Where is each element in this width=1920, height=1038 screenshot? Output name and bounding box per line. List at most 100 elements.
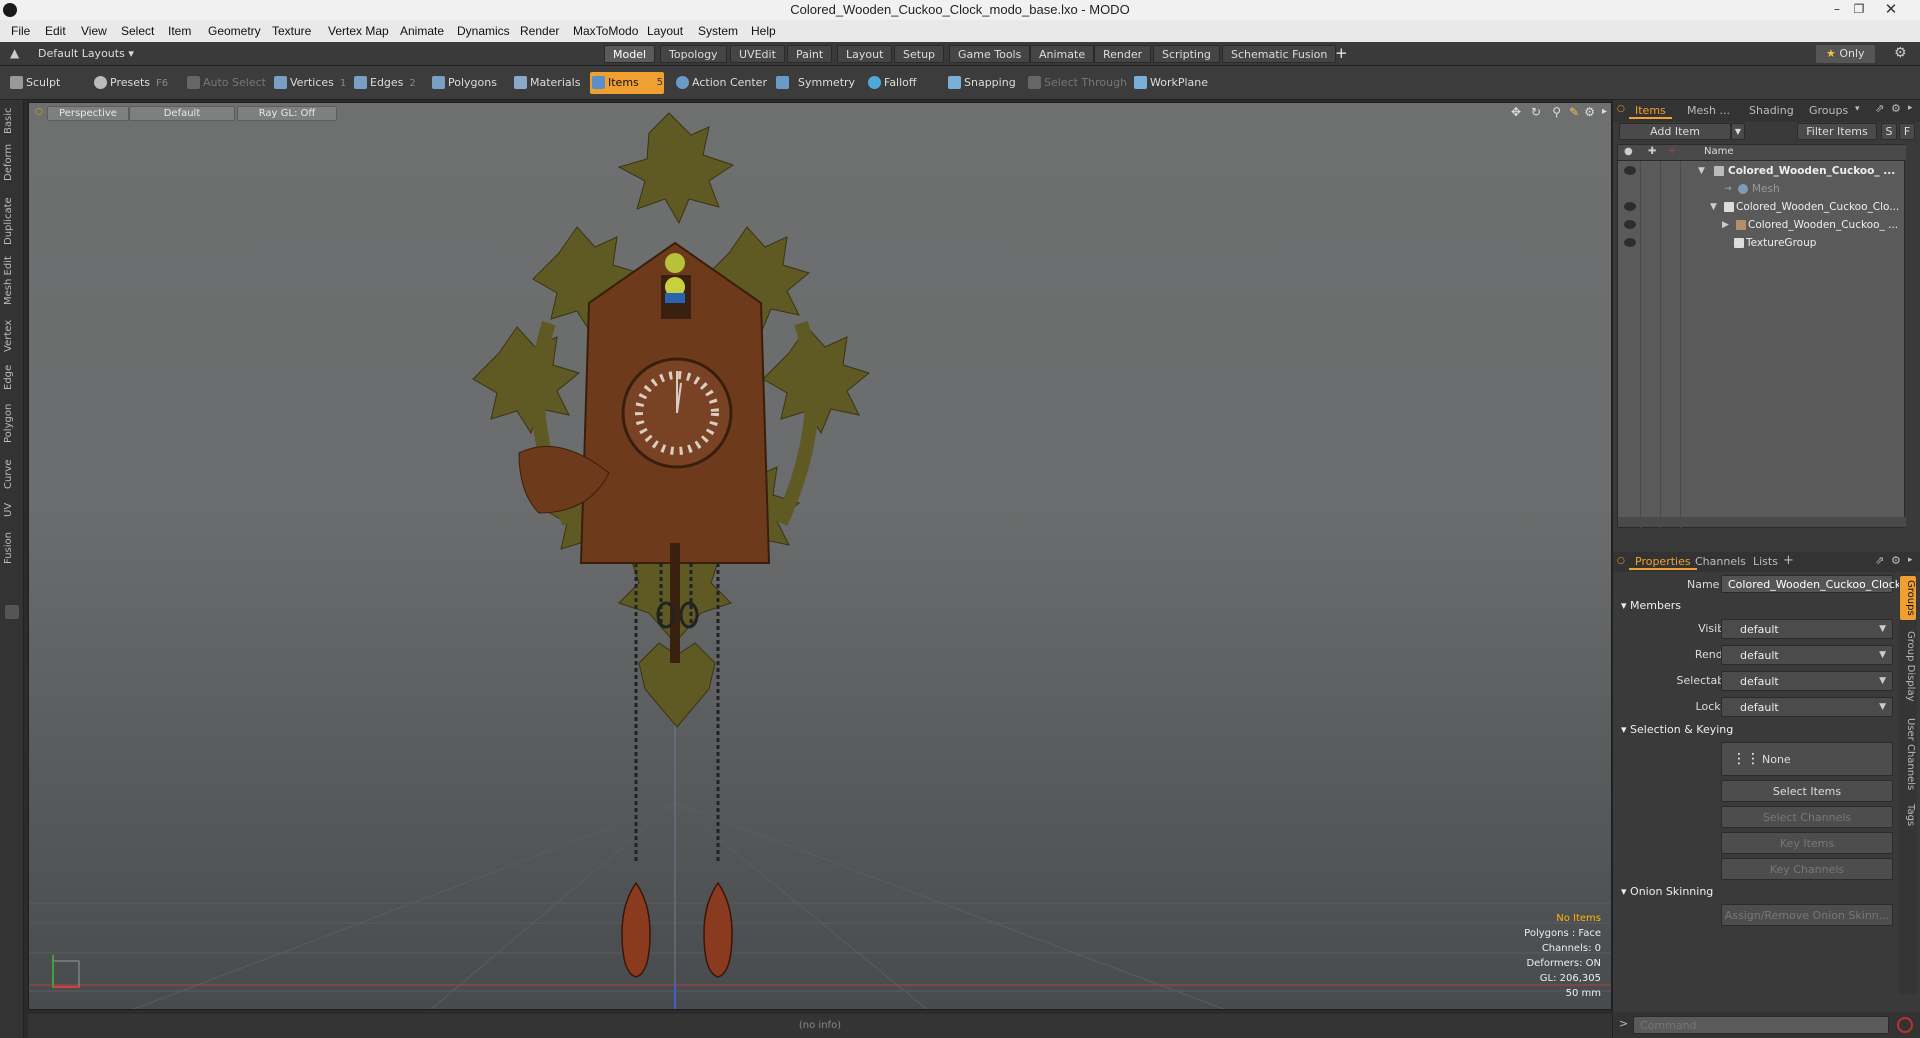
- properties-arrow-icon[interactable]: ▸: [1908, 555, 1913, 565]
- add-tab-icon[interactable]: +: [1335, 44, 1348, 62]
- item-row-mesh[interactable]: → Mesh: [1618, 180, 1906, 198]
- menu-view[interactable]: View: [81, 24, 107, 38]
- menu-system[interactable]: System: [698, 24, 738, 38]
- side-tab-tags[interactable]: Tags: [1900, 800, 1916, 830]
- tab-properties[interactable]: Properties: [1629, 554, 1697, 570]
- side-tab-group-display[interactable]: Group Display: [1900, 624, 1916, 708]
- tab-setup[interactable]: Setup: [894, 45, 945, 63]
- menu-help[interactable]: Help: [751, 24, 776, 38]
- tab-paint[interactable]: Paint: [787, 45, 833, 63]
- tab-layout[interactable]: Layout: [837, 45, 893, 63]
- add-item-dropdown-icon[interactable]: ▼: [1731, 123, 1745, 140]
- menu-dynamics[interactable]: Dynamics: [457, 24, 510, 38]
- visible-dropdown[interactable]: default ▼: [1721, 619, 1893, 639]
- select-channels-button[interactable]: Select Channels: [1721, 806, 1893, 828]
- only-button[interactable]: ★ Only: [1816, 45, 1875, 63]
- filter-items-button[interactable]: Filter Items: [1797, 123, 1877, 140]
- menu-edit[interactable]: Edit: [45, 24, 66, 38]
- filter-f-button[interactable]: F: [1899, 123, 1915, 140]
- record-icon[interactable]: [1897, 1017, 1913, 1033]
- materials-button[interactable]: Materials: [512, 72, 580, 94]
- tab-game-tools[interactable]: Game Tools: [949, 45, 1031, 63]
- members-section[interactable]: ▾ Members: [1621, 599, 1681, 612]
- tab-topology[interactable]: Topology: [660, 45, 727, 63]
- expand-panel-icon[interactable]: ⇗: [1875, 102, 1884, 115]
- items-button[interactable]: Items 5: [590, 72, 664, 94]
- sculpt-button[interactable]: Sculpt: [8, 72, 88, 94]
- expand-arrow-icon[interactable]: ▼: [1698, 162, 1705, 180]
- panel-gear-icon[interactable]: ⚙: [1891, 102, 1901, 115]
- locked-dropdown[interactable]: default ▼: [1721, 697, 1893, 717]
- onion-skinning-section[interactable]: ▾ Onion Skinning: [1621, 885, 1713, 898]
- collapse-icon[interactable]: ▲: [10, 46, 19, 60]
- gear-icon[interactable]: ⚙: [1894, 45, 1907, 61]
- menu-animate[interactable]: Animate: [400, 24, 444, 38]
- left-tab-curve[interactable]: Curve: [3, 456, 21, 492]
- action-center-button[interactable]: Action Center: [674, 72, 767, 94]
- panel-menu-icon[interactable]: ○: [1617, 104, 1625, 114]
- left-tab-vertex[interactable]: Vertex: [3, 318, 21, 354]
- side-tab-user-channels[interactable]: User Channels: [1900, 714, 1916, 794]
- expand-properties-icon[interactable]: ⇗: [1875, 554, 1884, 567]
- left-tab-basic[interactable]: Basic: [3, 106, 21, 136]
- items-list-scrollbar[interactable]: [1618, 517, 1906, 527]
- snapping-button[interactable]: Snapping: [946, 72, 1016, 94]
- add-properties-tab-icon[interactable]: +: [1783, 553, 1794, 568]
- visibility-eye-icon[interactable]: [1624, 238, 1636, 247]
- tab-channels[interactable]: Channels: [1689, 554, 1752, 570]
- polygons-button[interactable]: Polygons: [430, 72, 497, 94]
- left-tab-uv[interactable]: UV: [3, 500, 21, 520]
- tab-schematic-fusion[interactable]: Schematic Fusion: [1222, 45, 1337, 63]
- properties-gear-icon[interactable]: ⚙: [1891, 554, 1901, 567]
- left-tab-mesh-edit[interactable]: Mesh Edit: [3, 254, 21, 308]
- key-channels-button[interactable]: Key Channels: [1721, 858, 1893, 880]
- left-tab-polygon[interactable]: Polygon: [3, 400, 21, 446]
- panel-arrow-icon[interactable]: ▸: [1908, 103, 1913, 113]
- edges-button[interactable]: Edges 2: [352, 72, 416, 94]
- left-tab-edge[interactable]: Edge: [3, 362, 21, 392]
- tab-items[interactable]: Items: [1629, 103, 1672, 119]
- key-items-button[interactable]: Key Items: [1721, 832, 1893, 854]
- tab-dropdown-icon[interactable]: ▾: [1855, 104, 1860, 114]
- properties-menu-icon[interactable]: ○: [1617, 556, 1625, 566]
- filter-s-button[interactable]: S: [1881, 123, 1897, 140]
- assign-onion-skinning-button[interactable]: Assign/Remove Onion Skinn...: [1721, 904, 1893, 926]
- expand-arrow-icon[interactable]: ▼: [1710, 198, 1717, 216]
- presets-button[interactable]: Presets F6: [92, 72, 168, 94]
- vertices-button[interactable]: Vertices 1: [272, 72, 346, 94]
- symmetry-button[interactable]: Symmetry: [774, 72, 855, 94]
- left-tab-duplicate[interactable]: Duplicate: [3, 196, 21, 246]
- tab-animate[interactable]: Animate: [1030, 45, 1095, 63]
- restore-icon[interactable]: ❐: [1848, 0, 1870, 20]
- side-tab-groups[interactable]: Groups: [1900, 576, 1916, 620]
- selection-mode-button[interactable]: ⋮⋮ None: [1721, 742, 1893, 776]
- auto-select-button[interactable]: Auto Select: [185, 72, 266, 94]
- selectable-dropdown[interactable]: default ▼: [1721, 671, 1893, 691]
- visibility-eye-icon[interactable]: [1624, 166, 1636, 175]
- layout-selector[interactable]: Default Layouts ▾: [38, 47, 134, 60]
- menu-maxtomodo[interactable]: MaxToModo: [573, 24, 638, 38]
- command-input[interactable]: [1633, 1016, 1889, 1034]
- selection-keying-section[interactable]: ▾ Selection & Keying: [1621, 723, 1733, 736]
- select-items-button[interactable]: Select Items: [1721, 780, 1893, 802]
- close-icon[interactable]: ✕: [1880, 0, 1902, 20]
- menu-select[interactable]: Select: [121, 24, 154, 38]
- item-name-field[interactable]: Colored_Wooden_Cuckoo_Clock: [1721, 575, 1901, 593]
- 3d-viewport[interactable]: ○ Perspective Default Ray GL: Off ✥ ↻ ⚲ …: [28, 102, 1612, 1010]
- tab-render[interactable]: Render: [1094, 45, 1152, 63]
- item-row-texture-group[interactable]: TextureGroup: [1618, 234, 1906, 252]
- visibility-eye-icon[interactable]: [1624, 220, 1636, 229]
- tab-shading[interactable]: Shading: [1743, 103, 1800, 119]
- tab-lists[interactable]: Lists: [1747, 554, 1784, 570]
- select-through-button[interactable]: Select Through: [1026, 72, 1127, 94]
- tab-groups[interactable]: Groups: [1803, 103, 1854, 119]
- minimize-icon[interactable]: –: [1826, 0, 1848, 20]
- tab-scripting[interactable]: Scripting: [1153, 45, 1220, 63]
- name-column-header[interactable]: Name: [1704, 146, 1734, 157]
- visibility-eye-icon[interactable]: [1624, 202, 1636, 211]
- menu-texture[interactable]: Texture: [272, 24, 311, 38]
- tab-uvedit[interactable]: UVEdit: [730, 45, 785, 63]
- item-row-scene[interactable]: ▼ Colored_Wooden_Cuckoo_ ...: [1618, 162, 1906, 180]
- menu-vertex-map[interactable]: Vertex Map: [328, 24, 389, 38]
- left-tab-fusion[interactable]: Fusion: [3, 528, 21, 568]
